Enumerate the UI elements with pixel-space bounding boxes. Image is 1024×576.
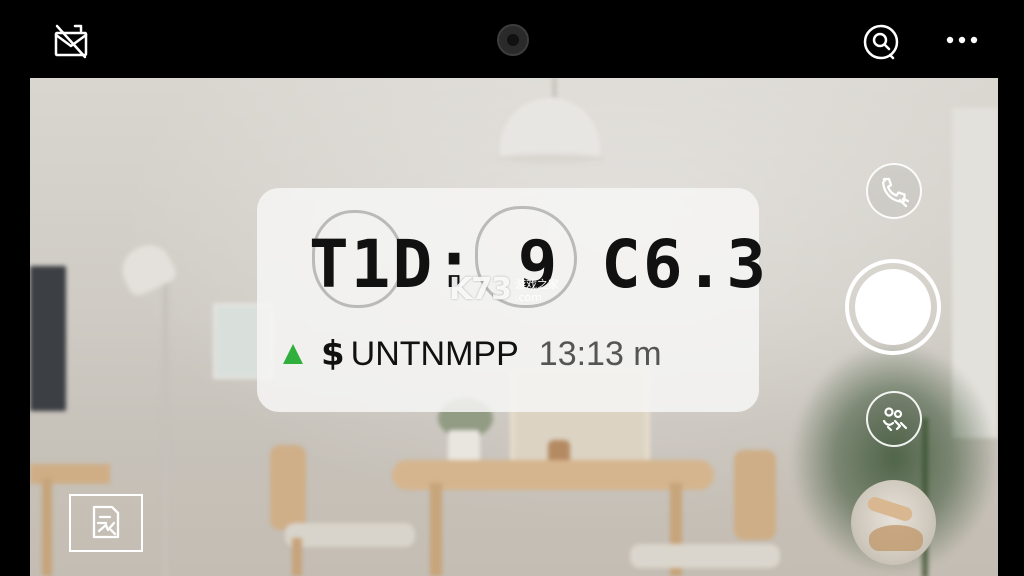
front-camera-icon (497, 24, 529, 56)
floor-lamp-pole (163, 254, 168, 576)
last-photo-thumbnail[interactable] (851, 480, 936, 565)
search-scan-icon[interactable] (861, 22, 901, 62)
effects-icon (882, 407, 908, 432)
ocr-time: 13:13 m (538, 334, 662, 373)
pendant-lamp-cord (553, 78, 556, 98)
chair-left-leg (292, 538, 302, 576)
pendant-lamp-rim (496, 154, 604, 164)
watermark-text: 游戏之家 .com (515, 278, 559, 304)
chair-left-seat (285, 523, 415, 547)
ocr-sub-row: $ UNTNMPP 13:13 m (283, 334, 662, 374)
more-options-icon[interactable] (942, 28, 982, 52)
tv-screen (30, 266, 66, 411)
watermark-logo: K73 (449, 272, 512, 307)
thumbnail-object (865, 495, 915, 523)
phone-call-icon (882, 177, 910, 208)
chair-right (734, 450, 776, 540)
chair-left (270, 445, 306, 530)
thumbnail-object (869, 525, 923, 551)
watermark-line: .com (515, 291, 542, 304)
side-table-leg (42, 478, 52, 576)
up-triangle-icon (283, 344, 303, 364)
watermark-line: 游戏之家 (515, 278, 559, 291)
top-bar (0, 0, 1024, 78)
gallery-edit-button[interactable] (69, 494, 143, 552)
chair-right-seat (630, 544, 780, 568)
phone-call-button[interactable] (866, 163, 922, 219)
effects-button[interactable] (866, 391, 922, 447)
table-leg (430, 483, 442, 576)
currency-symbol: $ (321, 334, 345, 374)
shutter-button-inner (855, 269, 931, 345)
mail-off-icon[interactable] (52, 22, 90, 60)
shutter-button[interactable] (845, 259, 941, 355)
ocr-result-card[interactable]: T1D: 9 C6.3 K73 游戏之家 .com $ UNTNMPP 13:1… (257, 188, 766, 412)
camera-screen: T1D: 9 C6.3 K73 游戏之家 .com $ UNTNMPP 13:1… (0, 0, 1024, 576)
gallery-edit-icon (92, 505, 120, 539)
ocr-label: UNTNMPP (350, 334, 519, 373)
